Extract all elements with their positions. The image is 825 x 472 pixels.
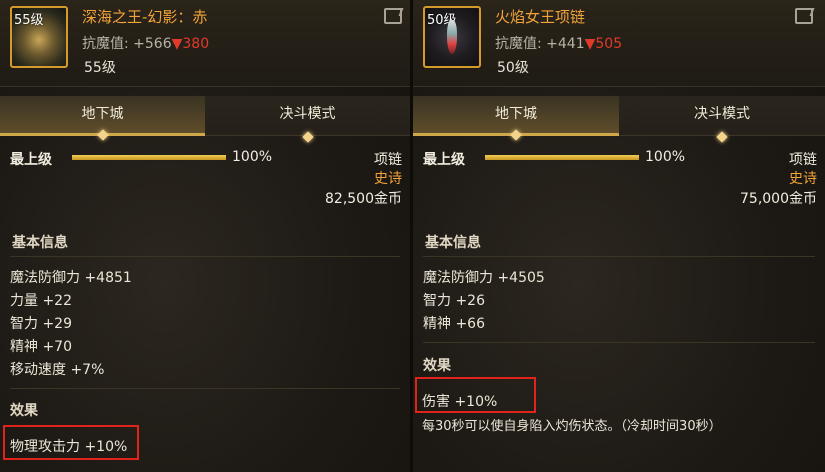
mastery-bar-fill xyxy=(72,155,226,160)
item-tooltip-right: 50级 火焰女王项链 抗魔值: +441▼505 50级 地下城 决斗模式 最上… xyxy=(413,0,825,472)
item-icon[interactable]: 50级 xyxy=(423,6,481,68)
mastery-bar-fill xyxy=(485,155,639,160)
tab-dungeon[interactable]: 地下城 xyxy=(0,96,205,141)
highlight-box xyxy=(415,377,536,413)
mastery-percent: 100% xyxy=(645,149,686,165)
mastery-label: 最上级 xyxy=(423,152,465,168)
item-name: 深海之王-幻影：赤 xyxy=(82,8,208,26)
tab-label: 决斗模式 xyxy=(279,106,336,122)
level-requirement: 50级 xyxy=(497,60,529,76)
item-slot: 项链 xyxy=(374,152,402,168)
stat-line: 智力 +26 xyxy=(423,293,485,309)
stat-line: 魔法防御力 +4851 xyxy=(10,270,132,286)
tab-diamond-icon xyxy=(96,129,109,141)
item-rarity: 史诗 xyxy=(789,171,817,187)
item-slot: 项链 xyxy=(789,152,817,168)
basic-info-title: 基本信息 xyxy=(425,235,481,251)
stat-line: 魔法防御力 +4505 xyxy=(423,270,545,286)
mode-tabs: 地下城 决斗模式 xyxy=(413,96,825,143)
divider xyxy=(10,388,400,389)
tab-dungeon[interactable]: 地下城 xyxy=(413,96,619,141)
item-price: 75,000金币 xyxy=(740,191,817,207)
mastery-bar xyxy=(72,155,226,160)
share-icon[interactable] xyxy=(795,8,813,24)
resist-value: 抗魔值: +441▼505 xyxy=(495,33,622,53)
divider xyxy=(10,256,400,257)
tab-duel[interactable]: 决斗模式 xyxy=(619,96,825,143)
stat-line: 力量 +22 xyxy=(10,293,72,309)
tab-label: 地下城 xyxy=(81,106,124,122)
item-header: 55级 深海之王-幻影：赤 抗魔值: +566▼380 55级 xyxy=(0,0,410,87)
mastery-percent: 100% xyxy=(232,149,273,165)
necklace-gem-icon xyxy=(447,20,457,54)
effect-description: 每30秒可以使自身陷入灼伤状态。（冷却时间30秒） xyxy=(422,419,722,434)
item-name: 火焰女王项链 xyxy=(495,8,586,26)
effect-title: 效果 xyxy=(10,403,38,419)
basic-info-title: 基本信息 xyxy=(12,235,68,251)
resist-label: 抗魔值: +441 xyxy=(495,36,585,52)
mode-tabs: 地下城 决斗模式 xyxy=(0,96,410,143)
tab-duel[interactable]: 决斗模式 xyxy=(205,96,410,143)
mastery-label: 最上级 xyxy=(10,152,52,168)
stat-line: 移动速度 +7% xyxy=(10,362,105,378)
resist-value: 抗魔值: +566▼380 xyxy=(82,33,209,53)
item-tooltip-left: 55级 深海之王-幻影：赤 抗魔值: +566▼380 55级 地下城 决斗模式… xyxy=(0,0,410,472)
tab-diamond-icon xyxy=(510,129,522,141)
resist-label: 抗魔值: +566 xyxy=(82,36,172,52)
item-icon[interactable]: 55级 xyxy=(10,6,68,68)
resist-drop: ▼505 xyxy=(584,36,623,52)
item-price: 82,500金币 xyxy=(325,191,402,207)
level-requirement: 55级 xyxy=(84,60,116,76)
tab-label: 地下城 xyxy=(495,106,537,122)
item-rarity: 史诗 xyxy=(374,171,402,187)
tab-diamond-icon xyxy=(716,131,728,143)
item-header: 50级 火焰女王项链 抗魔值: +441▼505 50级 xyxy=(413,0,825,87)
effect-title: 效果 xyxy=(423,358,451,374)
highlight-box xyxy=(3,425,139,460)
tab-label: 决斗模式 xyxy=(694,106,750,122)
divider xyxy=(423,342,815,343)
level-badge: 55级 xyxy=(14,13,44,28)
stat-line: 智力 +29 xyxy=(10,316,72,332)
share-icon[interactable] xyxy=(384,8,402,24)
resist-drop: ▼380 xyxy=(171,36,210,52)
stat-line: 精神 +66 xyxy=(423,316,485,332)
tab-diamond-icon xyxy=(301,131,314,143)
stat-line: 精神 +70 xyxy=(10,339,72,355)
mastery-bar xyxy=(485,155,639,160)
divider xyxy=(423,256,815,257)
